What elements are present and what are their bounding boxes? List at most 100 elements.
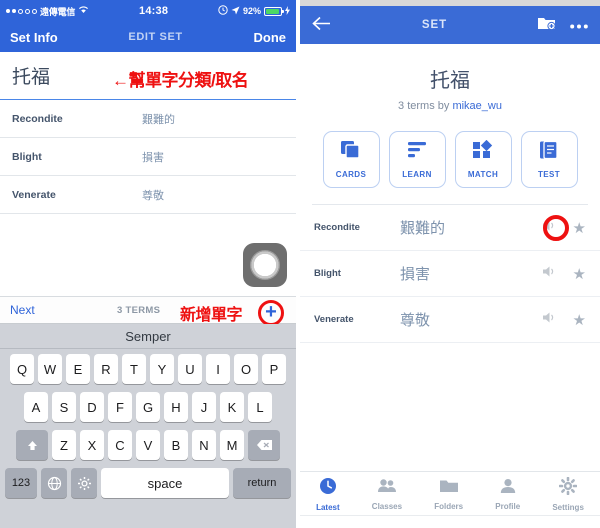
key-q[interactable]: Q [10, 354, 34, 384]
row-actions: ★ [542, 311, 586, 329]
key-g[interactable]: G [136, 392, 160, 422]
table-row[interactable]: Blight 損害 [0, 138, 296, 176]
key-f[interactable]: F [108, 392, 132, 422]
star-icon[interactable]: ★ [573, 311, 586, 329]
signal-strength-icon [6, 8, 37, 14]
bottom-strip [300, 515, 600, 528]
tab-label: Latest [316, 502, 340, 512]
tab-folders[interactable]: Folders [434, 478, 463, 511]
globe-icon[interactable] [41, 468, 67, 498]
return-key[interactable]: return [233, 468, 291, 498]
key-d[interactable]: D [80, 392, 104, 422]
tab-latest[interactable]: Latest [316, 477, 340, 512]
definition-label: 損害 [142, 151, 164, 164]
row-actions: ★ [542, 265, 586, 283]
navbar-title: EDIT SET [128, 31, 183, 43]
set-subtitle: 3 terms by mikae_wu [300, 100, 600, 112]
key-u[interactable]: U [178, 354, 202, 384]
more-options-icon[interactable] [570, 16, 588, 34]
numeric-key[interactable]: 123 [5, 468, 37, 498]
battery-percent-label: 92% [242, 6, 261, 16]
key-n[interactable]: N [192, 430, 216, 460]
key-j[interactable]: J [192, 392, 216, 422]
key-a[interactable]: A [24, 392, 48, 422]
set-navbar: SET [300, 6, 600, 44]
key-m[interactable]: M [220, 430, 244, 460]
star-icon[interactable]: ★ [573, 219, 586, 237]
folder-icon [439, 478, 459, 499]
mode-learn-button[interactable]: LEARN [388, 131, 446, 188]
speaker-icon[interactable] [542, 311, 557, 329]
table-row[interactable]: Venerate 尊敬 [0, 176, 296, 214]
page-title: 托福 [430, 70, 470, 92]
back-arrow-icon[interactable] [312, 16, 332, 34]
key-p[interactable]: P [262, 354, 286, 384]
key-h[interactable]: H [164, 392, 188, 422]
backspace-icon[interactable] [248, 430, 280, 460]
key-t[interactable]: T [122, 354, 146, 384]
clock-label: 14:38 [139, 5, 169, 17]
term-label: Recondite [314, 222, 360, 233]
key-x[interactable]: X [80, 430, 104, 460]
table-row[interactable]: Recondite 艱難的 [0, 100, 296, 138]
key-v[interactable]: V [136, 430, 160, 460]
author-link[interactable]: mikae_wu [452, 100, 502, 112]
key-e[interactable]: E [66, 354, 90, 384]
next-button[interactable]: Next [10, 303, 35, 317]
key-s[interactable]: S [52, 392, 76, 422]
keyboard-suggestion-bar[interactable]: Semper [0, 324, 296, 349]
key-r[interactable]: R [94, 354, 118, 384]
shift-up-arrow-icon[interactable] [16, 430, 48, 460]
location-arrow-icon [231, 6, 240, 17]
learn-bars-icon [406, 140, 428, 165]
status-bar-left: 遠傳電信 [6, 5, 89, 18]
term-label: Recondite [12, 112, 63, 125]
definition-label: 尊敬 [400, 312, 431, 329]
table-row[interactable]: Venerate 尊敬 ★ [300, 297, 600, 343]
keyboard-row-1: Q W E R T Y U I O P [2, 354, 294, 384]
mode-match-button[interactable]: MATCH [454, 131, 512, 188]
star-icon[interactable]: ★ [573, 265, 586, 283]
gear-icon[interactable] [71, 468, 97, 498]
set-title-field[interactable]: 托福 ←幫單字分類/取名 [0, 52, 296, 100]
alarm-icon [218, 5, 228, 17]
suggestion-word[interactable]: Semper [125, 329, 171, 344]
set-info-button[interactable]: Set Info [10, 30, 58, 45]
clock-icon [319, 477, 337, 500]
table-row[interactable]: Blight 損害 ★ [300, 251, 600, 297]
space-key[interactable]: space [101, 468, 229, 498]
tab-settings[interactable]: Settings [552, 476, 584, 512]
term-label: Venerate [314, 314, 354, 325]
key-y[interactable]: Y [150, 354, 174, 384]
term-list: Recondite 艱難的 ★ Blight 損害 ★ Venerate 尊敬 … [300, 205, 600, 343]
keyboard-row-4: 123 space return [2, 468, 294, 498]
definition-label: 損害 [400, 266, 431, 283]
key-i[interactable]: I [206, 354, 230, 384]
key-w[interactable]: W [38, 354, 62, 384]
mode-test-button[interactable]: TEST [520, 131, 578, 188]
tab-label: Folders [434, 501, 464, 511]
bottom-tab-bar: Latest Classes Folders Profile Settings [300, 471, 600, 516]
mode-label: CARDS [335, 170, 367, 179]
key-b[interactable]: B [164, 430, 188, 460]
key-k[interactable]: K [220, 392, 244, 422]
definition-label: 艱難的 [142, 113, 175, 126]
assistive-touch-icon[interactable] [243, 243, 287, 287]
tab-profile[interactable]: Profile [495, 478, 520, 511]
mode-cards-button[interactable]: CARDS [322, 131, 380, 188]
mode-label: TEST [537, 170, 561, 179]
tab-classes[interactable]: Classes [372, 478, 402, 511]
screenshot-stage: 遠傳電信 14:38 92% Set Info EDIT SET Done 托福… [0, 0, 600, 528]
key-o[interactable]: O [234, 354, 258, 384]
add-term-button[interactable]: + [258, 300, 284, 326]
table-row[interactable]: Recondite 艱難的 ★ [300, 205, 600, 251]
key-l[interactable]: L [248, 392, 272, 422]
status-bar: 遠傳電信 14:38 92% [0, 0, 296, 22]
speaker-icon[interactable] [542, 265, 557, 283]
key-c[interactable]: C [108, 430, 132, 460]
status-bar-right: 92% [218, 5, 290, 17]
key-z[interactable]: Z [52, 430, 76, 460]
tab-label: Settings [552, 502, 584, 512]
folder-plus-icon[interactable] [537, 15, 556, 36]
done-button[interactable]: Done [253, 30, 286, 45]
